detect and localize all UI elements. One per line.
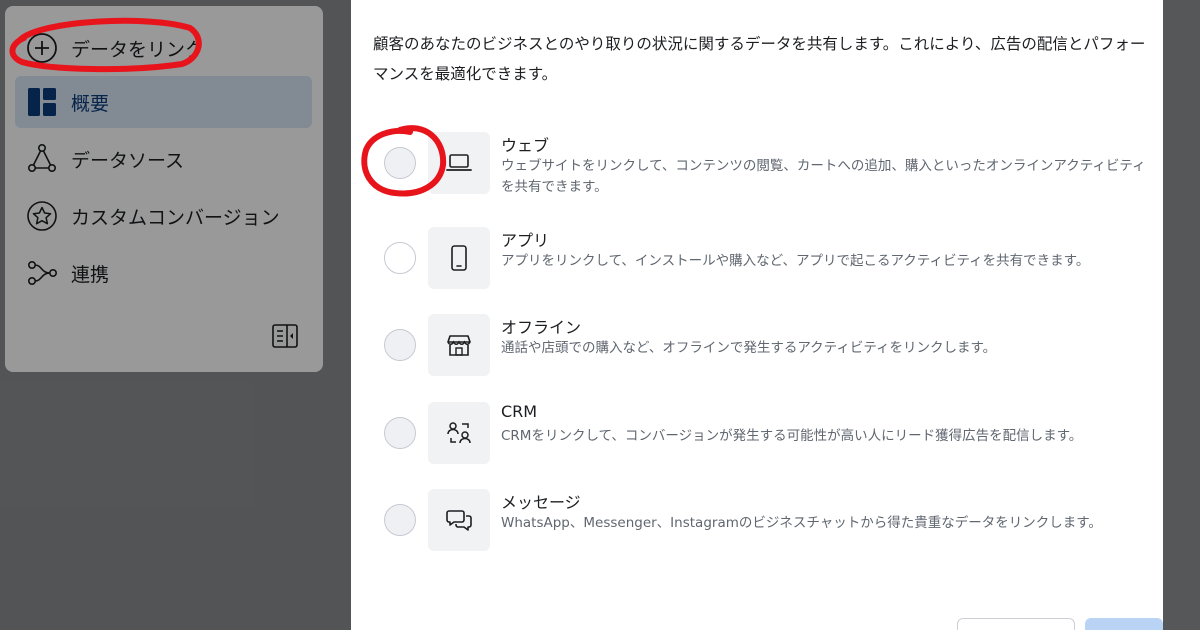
chat-icon (428, 489, 490, 551)
option-description: 通話や店頭での購入など、オフラインで発生するアクティビティをリンクします。 (501, 340, 997, 356)
link-data-dialog: 顧客のあなたのビジネスとのやり取りの状況に関するデータを共有します。これにより、… (351, 0, 1163, 630)
option-title: CRM (501, 402, 538, 421)
mobile-icon (428, 227, 490, 289)
next-button[interactable] (1085, 618, 1163, 630)
option-description: ウェブサイトをリンクして、コンテンツの閲覧、カートへの追加、購入といったオンライ… (501, 158, 1146, 195)
option-title: メッセージ (501, 493, 581, 512)
option-messaging[interactable]: メッセージ WhatsApp、Messenger、Instagramのビジネスチ… (384, 489, 1154, 553)
radio-offline[interactable] (384, 329, 416, 361)
option-title: ウェブ (501, 136, 550, 155)
option-description: CRMをリンクして、コンバージョンが発生する可能性が高い人にリード獲得広告を配信… (501, 428, 1083, 444)
option-description: WhatsApp、Messenger、Instagramのビジネスチャットから得… (501, 515, 1102, 531)
option-title: オフライン (501, 318, 582, 337)
option-web[interactable]: ウェブ ウェブサイトをリンクして、コンテンツの閲覧、カートへの追加、購入といった… (384, 132, 1154, 196)
store-icon (428, 314, 490, 376)
radio-web[interactable] (384, 147, 416, 179)
cancel-button[interactable] (957, 618, 1075, 630)
option-crm[interactable]: CRM CRMをリンクして、コンバージョンが発生する可能性が高い人にリード獲得広… (384, 402, 1154, 466)
radio-messaging[interactable] (384, 504, 416, 536)
option-app[interactable]: アプリ アプリをリンクして、インストールや購入など、アプリで起こるアクティビティ… (384, 227, 1154, 291)
option-title: アプリ (501, 231, 550, 250)
radio-crm[interactable] (384, 417, 416, 449)
radio-app[interactable] (384, 242, 416, 274)
laptop-icon (428, 132, 490, 194)
option-description: アプリをリンクして、インストールや購入など、アプリで起こるアクティビティを共有で… (501, 253, 1090, 269)
option-offline[interactable]: オフライン 通話や店頭での購入など、オフラインで発生するアクティビティをリンクし… (384, 314, 1154, 378)
crm-icon (428, 402, 490, 464)
dialog-description: 顧客のあなたのビジネスとのやり取りの状況に関するデータを共有します。これにより、… (373, 35, 1146, 83)
